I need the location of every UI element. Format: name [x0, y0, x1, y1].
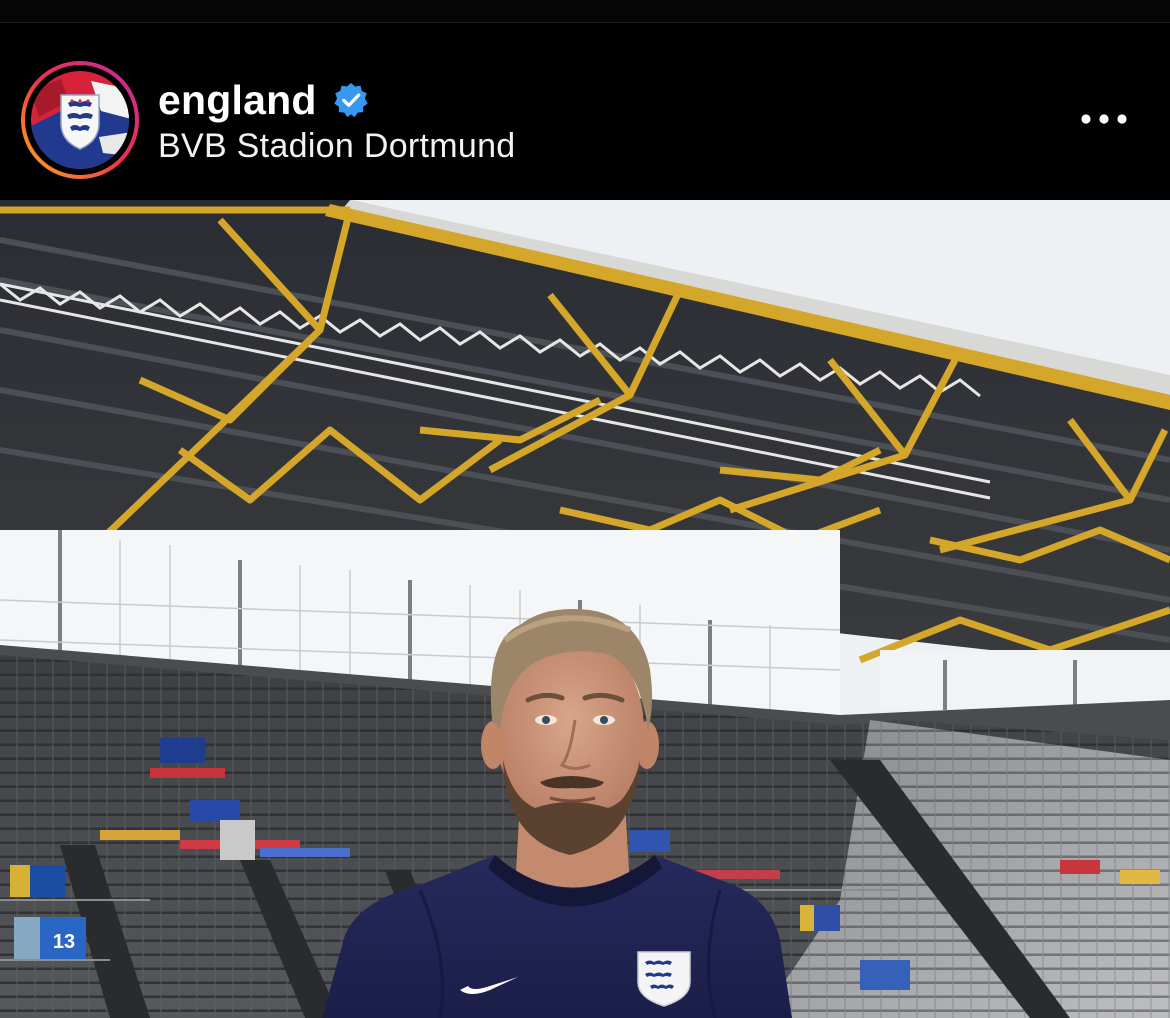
- profile-avatar[interactable]: [21, 61, 139, 179]
- post-photo[interactable]: 13: [0, 200, 1170, 1018]
- stand-number: 13: [53, 931, 75, 953]
- more-options-icon: [1081, 114, 1127, 124]
- england-crest-avatar-icon: [21, 61, 139, 179]
- stadium-photo: 13: [0, 200, 1170, 1018]
- more-options-button[interactable]: [1070, 101, 1138, 137]
- post-header: england BVB Stadion Dortmund: [0, 23, 1170, 200]
- top-strip: [0, 0, 1170, 23]
- verified-badge-icon: [333, 82, 368, 118]
- username[interactable]: england: [158, 77, 317, 124]
- post-location[interactable]: BVB Stadion Dortmund: [158, 127, 516, 166]
